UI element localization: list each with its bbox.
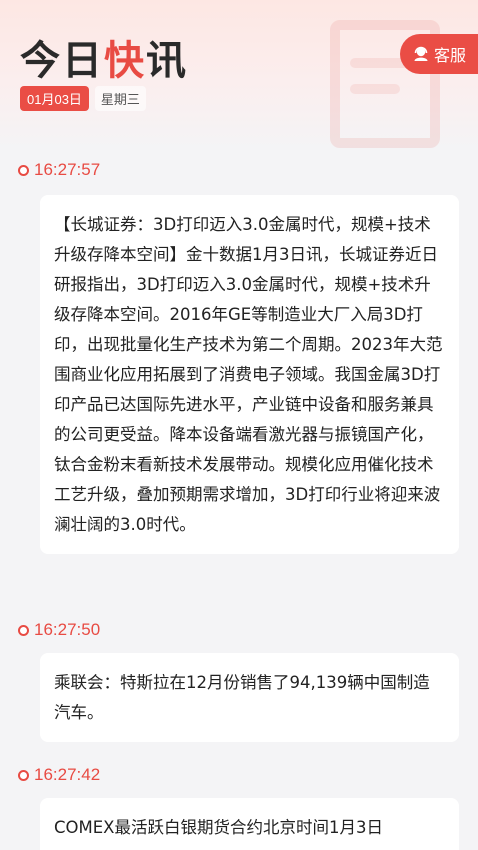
customer-service-label: 客服 <box>434 46 467 65</box>
news-time: 16:27:42 <box>34 765 101 784</box>
timeline-dot-icon <box>18 164 29 176</box>
headset-icon <box>414 46 428 61</box>
news-card[interactable]: 【长城证券：3D打印迈入3.0金属时代，规模+技术升级存降本空间】金十数据1月3… <box>40 195 459 554</box>
timeline-time-row: 16:27:57 <box>18 160 100 180</box>
header-decoration-line <box>350 84 400 94</box>
news-time: 16:27:50 <box>34 620 101 639</box>
news-card[interactable]: COMEX最活跃白银期货合约北京时间1月3日 <box>40 798 459 850</box>
news-time: 16:27:57 <box>34 160 101 179</box>
timeline-time-row: 16:27:50 <box>18 620 100 640</box>
title-text: 今日 <box>20 38 104 84</box>
news-content: 乘联会：特斯拉在12月份销售了94,139辆中国制造汽车。 <box>54 673 430 722</box>
date-row: 01月03日 星期三 <box>20 86 146 111</box>
news-card[interactable]: 乘联会：特斯拉在12月份销售了94,139辆中国制造汽车。 <box>40 653 459 742</box>
timeline-time-row: 16:27:42 <box>18 765 100 785</box>
timeline-dot-icon <box>18 624 29 636</box>
date-badge: 01月03日 <box>20 86 89 111</box>
page-title: 今日快讯 <box>20 28 188 86</box>
title-accent-text: 快 <box>104 38 146 84</box>
weekday-label: 星期三 <box>94 86 146 111</box>
timeline-dot-icon <box>18 769 29 781</box>
header: 今日快讯 01月03日 星期三 客服 <box>0 0 478 150</box>
title-text: 讯 <box>146 38 188 84</box>
news-content: 【长城证券：3D打印迈入3.0金属时代，规模+技术升级存降本空间】金十数据1月3… <box>54 215 443 534</box>
news-content: COMEX最活跃白银期货合约北京时间1月3日 <box>54 818 383 837</box>
customer-service-button[interactable]: 客服 <box>400 34 478 74</box>
